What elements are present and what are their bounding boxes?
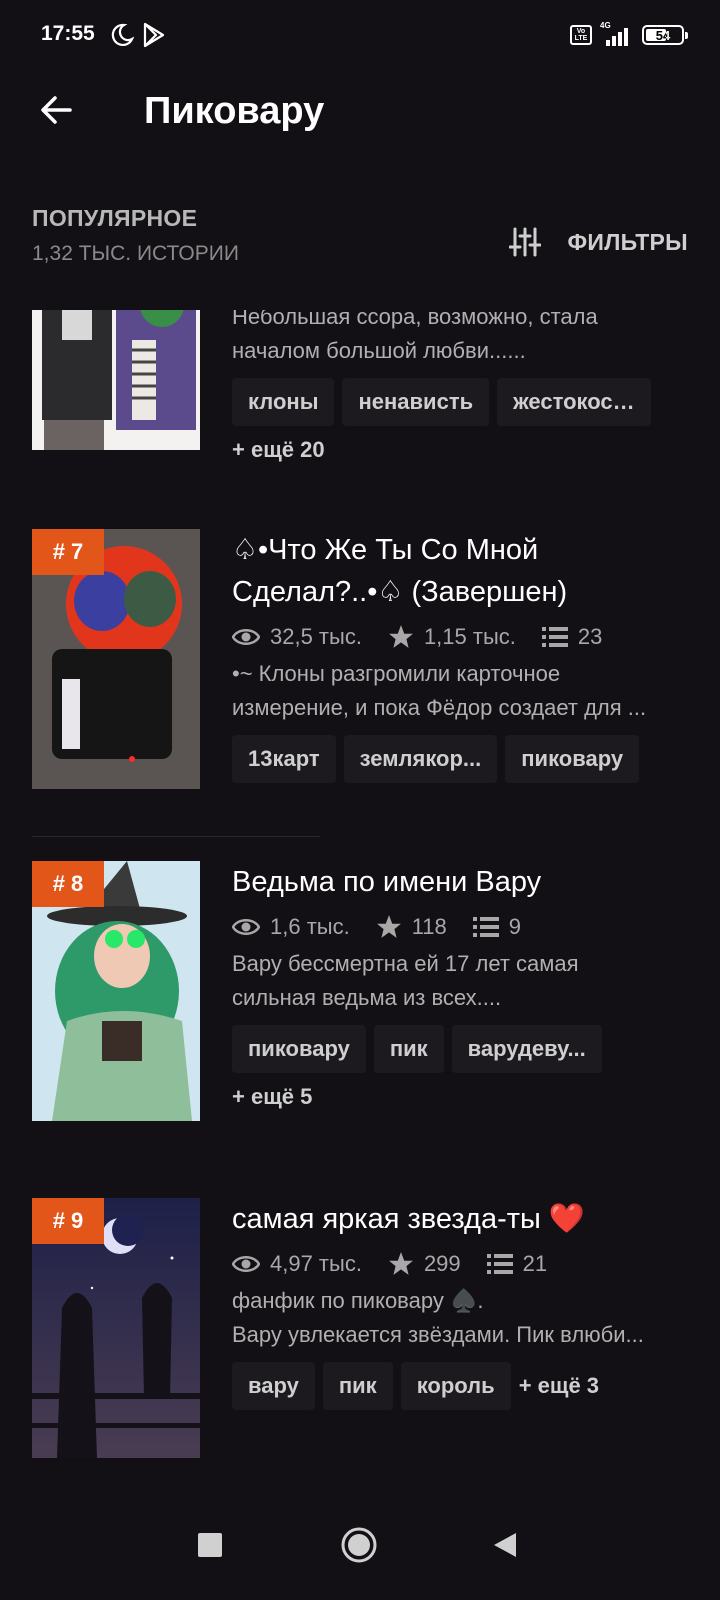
tag[interactable]: жестокость [497, 378, 652, 426]
list-icon [541, 627, 568, 647]
back-nav-button[interactable] [480, 1520, 530, 1570]
page-title: Пиковару [144, 90, 325, 132]
tag[interactable]: ненависть [342, 378, 490, 426]
parts-stat: 21 [486, 1251, 548, 1277]
eye-icon [232, 1256, 260, 1272]
more-tags[interactable]: + ещё 5 [232, 1073, 690, 1121]
circle-icon [341, 1527, 377, 1563]
star-icon [389, 1252, 413, 1275]
system-nav-bar [0, 1490, 720, 1600]
story-title[interactable]: ♤•Что Же Ты Со Мной [232, 529, 690, 571]
story-list[interactable]: Небольшая ссора, возможно, стала началом… [0, 310, 720, 1460]
filters-label: ФИЛЬТРЫ [567, 228, 688, 255]
story-description: сильная ведьма из всех.... [232, 985, 502, 1010]
votes-stat: 1,15 тыс. [388, 624, 516, 650]
recent-apps-button[interactable] [185, 1520, 235, 1570]
status-time: 17:55 [41, 22, 95, 45]
tag[interactable]: пиковару [505, 735, 640, 783]
rank-badge: # 9 [32, 1198, 104, 1244]
rank-badge: # 7 [32, 529, 104, 575]
status-bar: 17:55 Vo LTE 4G 54 [0, 0, 720, 70]
story-description: Небольшая ссора, возможно, стала [232, 310, 598, 329]
eye-icon [232, 629, 260, 645]
moon-icon [111, 23, 134, 46]
list-icon [472, 917, 499, 937]
tag[interactable]: вару [232, 1362, 315, 1410]
reads-count: 4,97 тыс. [270, 1251, 362, 1276]
tag[interactable]: клоны [232, 378, 335, 426]
story-description: Вару бессмертна ей 17 лет самая [232, 951, 579, 976]
story-cover[interactable] [32, 310, 200, 450]
volte-icon: Vo LTE [570, 25, 592, 45]
app-bar: Пиковару [0, 70, 720, 160]
more-tags[interactable]: + ещё 3 [519, 1362, 599, 1410]
story-cover[interactable]: # 8 [32, 861, 200, 1121]
square-icon [198, 1533, 222, 1557]
tag[interactable]: пик [373, 1025, 444, 1073]
reads-count: 32,5 тыс. [270, 624, 362, 649]
story-description: началом большой любви...... [232, 338, 526, 363]
reads-stat: 4,97 тыс. [232, 1251, 362, 1277]
star-icon [376, 915, 401, 938]
tag[interactable]: землякор... [343, 735, 498, 783]
story-title[interactable]: Сделал?..•♤ (Завершен) [232, 571, 690, 613]
parts-count: 21 [522, 1251, 548, 1276]
parts-count: 9 [508, 914, 522, 939]
reads-stat: 1,6 тыс. [232, 914, 350, 940]
divider [32, 836, 320, 837]
tag[interactable]: пиковару [232, 1025, 366, 1073]
parts-count: 23 [577, 624, 603, 649]
reads-count: 1,6 тыс. [270, 914, 350, 939]
story-item[interactable]: Небольшая ссора, возможно, стала началом… [0, 310, 720, 480]
back-button[interactable] [28, 82, 84, 138]
votes-stat: 299 [388, 1251, 461, 1277]
network-type: 4G [600, 21, 611, 30]
story-description: Вару увлекается звёздами. Пик влюби... [232, 1322, 644, 1347]
rank-badge: # 8 [32, 861, 104, 907]
signal-icon: 4G [600, 21, 634, 46]
votes-count: 1,15 тыс. [423, 624, 516, 649]
story-cover[interactable]: # 9 [32, 1198, 200, 1458]
play-store-icon [143, 22, 165, 48]
filters-button[interactable]: ФИЛЬТРЫ [509, 227, 688, 257]
story-description: измерение, и пока Фёдор создает для ... [232, 695, 647, 720]
eye-icon [232, 919, 260, 935]
list-icon [486, 1254, 513, 1274]
story-description: •~ Клоны разгромили карточное [232, 661, 561, 686]
story-item[interactable]: # 7 ♤•Что Же Ты Со Мной Сделал?..•♤ (Зав… [0, 529, 720, 819]
story-item[interactable]: # 9 самая яркая звезда-ты ❤️ 4,97 тыс. 2… [0, 1198, 720, 1460]
triangle-left-icon [494, 1533, 516, 1557]
tag[interactable]: 13карт [232, 735, 336, 783]
story-title[interactable]: Ведьма по имени Вару [232, 861, 690, 903]
story-item[interactable]: # 8 Ведьма по имени Вару 1,6 тыс. 118 9 … [0, 861, 720, 1151]
cover-art [32, 310, 200, 450]
home-button[interactable] [334, 1520, 384, 1570]
reads-stat: 32,5 тыс. [232, 624, 362, 650]
votes-stat: 118 [376, 914, 447, 940]
parts-stat: 9 [472, 914, 522, 940]
sliders-icon [509, 227, 542, 257]
arrow-left-icon [41, 96, 72, 124]
tag[interactable]: король [400, 1362, 511, 1410]
battery-level: 54 [655, 28, 671, 43]
votes-count: 118 [411, 914, 447, 939]
more-tags[interactable]: + ещё 20 [232, 426, 690, 474]
parts-stat: 23 [541, 624, 603, 650]
story-cover[interactable]: # 7 [32, 529, 200, 789]
section-header: ПОПУЛЯРНОЕ 1,32 ТЫС. ИСТОРИИ ФИЛЬТРЫ [32, 205, 688, 275]
story-title[interactable]: самая яркая звезда-ты ❤️ [232, 1198, 690, 1240]
story-description: фанфик по пиковару ♠️. [232, 1288, 484, 1313]
votes-count: 299 [423, 1251, 461, 1276]
tag[interactable]: варудеву... [451, 1025, 602, 1073]
tag[interactable]: пик [322, 1362, 393, 1410]
star-icon [389, 625, 413, 648]
battery-icon: 54 [642, 25, 688, 45]
